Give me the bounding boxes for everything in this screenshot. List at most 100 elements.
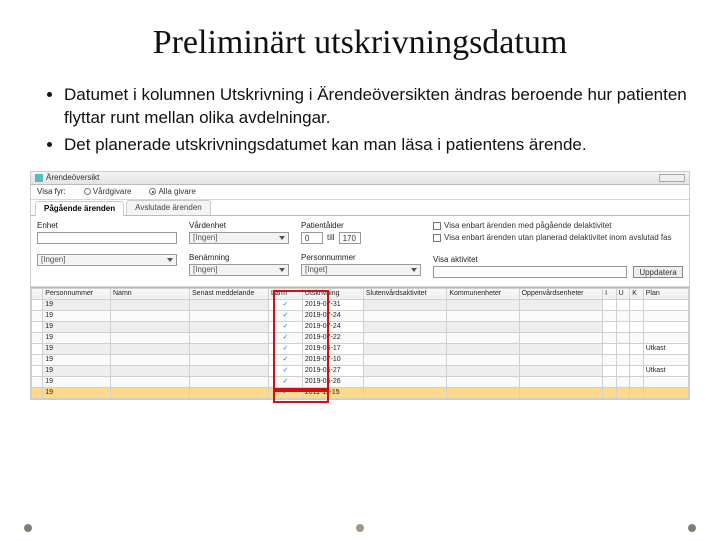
col-larm[interactable]: Larm: [269, 288, 303, 299]
slide-pager: [0, 524, 720, 532]
table-row[interactable]: 19✓2019-06-27Utkast: [32, 365, 689, 376]
cell-blank: [32, 299, 43, 310]
visa-fyr-label: Visa fyr:: [37, 188, 66, 196]
benamning-label: Benämning: [189, 254, 289, 262]
age-to-input[interactable]: 170: [339, 232, 361, 244]
cell-k: [630, 321, 644, 332]
benamning-select[interactable]: [Ingen]: [189, 264, 289, 276]
cell-kommunenheter: [447, 321, 519, 332]
col-slutenvard[interactable]: Slutenvårdsaktivitet: [363, 288, 447, 299]
bullet-item: Datumet i kolumnen Utskrivning i Ärendeö…: [64, 84, 692, 130]
cell-larm: ✓: [269, 321, 303, 332]
radio-alla-givare[interactable]: Alla givare: [149, 188, 195, 196]
col-oppenvard[interactable]: Öppenvårdsenheter: [519, 288, 603, 299]
cell-u: [616, 365, 630, 376]
cell-u: [616, 321, 630, 332]
visa-aktivitet-label: Visa aktivitet: [433, 256, 627, 264]
col-k[interactable]: K: [630, 288, 644, 299]
check-label-2: Visa enbart ärenden utan planerad delakt…: [444, 234, 672, 242]
table-row[interactable]: 19✓2019-07-24: [32, 321, 689, 332]
radio-vardgivare[interactable]: Vårdgivare: [84, 188, 132, 196]
cell-personnummer: 19: [43, 299, 111, 310]
table-row[interactable]: 19✓2011-11-15: [32, 387, 689, 398]
table-row[interactable]: 19✓2019-07-10: [32, 354, 689, 365]
cell-slutenvard: [363, 387, 447, 398]
table-row[interactable]: 19✓2019-06-26: [32, 376, 689, 387]
cell-personnummer: 19: [43, 310, 111, 321]
cell-senast-meddelande: [190, 376, 269, 387]
cell-namn: [111, 310, 190, 321]
pager-dot-icon: [688, 524, 696, 532]
app-titlebar: Ärendeöversikt: [31, 172, 689, 185]
col-namn[interactable]: Namn: [111, 288, 190, 299]
cell-personnummer: 19: [43, 332, 111, 343]
cell-plan: [643, 310, 688, 321]
col-utskrivning[interactable]: Utskrivning: [302, 288, 363, 299]
tab-pagaende[interactable]: Pågående ärenden: [35, 201, 124, 216]
cell-namn: [111, 387, 190, 398]
radio-dot-icon: [84, 188, 91, 195]
col-blank[interactable]: [32, 288, 43, 299]
cell-oppenvard: [519, 376, 603, 387]
cell-larm: ✓: [269, 354, 303, 365]
slide-title: Preliminärt utskrivningsdatum: [28, 24, 692, 62]
cell-blank: [32, 387, 43, 398]
visa-aktivitet-input[interactable]: [433, 266, 627, 278]
table-row[interactable]: 19✓2019-06-17Utkast: [32, 343, 689, 354]
cell-k: [630, 365, 644, 376]
cell-u: [616, 343, 630, 354]
enhet-input[interactable]: [37, 232, 177, 244]
cell-i: [603, 321, 617, 332]
radio-dot-icon: [149, 188, 156, 195]
age-to-label: till: [327, 234, 335, 242]
cell-slutenvard: [363, 365, 447, 376]
table-row[interactable]: 19✓2019-07-24: [32, 310, 689, 321]
cell-larm: ✓: [269, 332, 303, 343]
cell-i: [603, 310, 617, 321]
cell-utskrivning: 2019-07-31: [302, 299, 363, 310]
cell-oppenvard: [519, 321, 603, 332]
cell-u: [616, 376, 630, 387]
patientalder-label: Patientålder: [301, 222, 421, 230]
col-i[interactable]: I: [603, 288, 617, 299]
tab-avslutade[interactable]: Avslutade ärenden: [126, 200, 211, 215]
update-button[interactable]: Uppdatera: [633, 266, 683, 278]
select-value: [Ingen]: [41, 254, 65, 266]
cell-plan: Utkast: [643, 343, 688, 354]
table-row[interactable]: 19 ✓2019-07-22: [32, 332, 689, 343]
vardenhet-label: Vårdenhet: [189, 222, 289, 230]
enhet-select[interactable]: [Ingen]: [37, 254, 177, 266]
cell-blank: [32, 376, 43, 387]
cell-larm: ✓: [269, 310, 303, 321]
cell-utskrivning: 2019-07-10: [302, 354, 363, 365]
select-value: [Inget]: [305, 264, 327, 276]
case-grid: Personnummer Namn Senast meddelande Larm…: [31, 287, 689, 399]
age-from-input[interactable]: 0: [301, 232, 323, 244]
col-personnummer[interactable]: Personnummer: [43, 288, 111, 299]
col-senast-meddelande[interactable]: Senast meddelande: [190, 288, 269, 299]
radio-label: Alla givare: [158, 188, 195, 196]
cell-u: [616, 332, 630, 343]
col-kommunenheter[interactable]: Kommunenheter: [447, 288, 519, 299]
cell-blank: [32, 332, 43, 343]
cell-utskrivning: 2019-06-27: [302, 365, 363, 376]
table-row[interactable]: 19✓2019-07-31: [32, 299, 689, 310]
cell-slutenvard: [363, 310, 447, 321]
personnummer-select[interactable]: [Inget]: [301, 264, 421, 276]
cell-larm: ✓: [269, 376, 303, 387]
cell-utskrivning: 2019-07-22: [302, 332, 363, 343]
bullet-item: Det planerade utskrivningsdatumet kan ma…: [64, 134, 692, 157]
checkbox[interactable]: [433, 234, 441, 242]
chevron-down-icon: [279, 236, 285, 240]
cell-namn: [111, 365, 190, 376]
cell-blank: [32, 343, 43, 354]
col-u[interactable]: U: [616, 288, 630, 299]
cell-i: [603, 365, 617, 376]
cell-kommunenheter: [447, 387, 519, 398]
vardenhet-select-1[interactable]: [Ingen]: [189, 232, 289, 244]
cell-plan: [643, 321, 688, 332]
col-plan[interactable]: Plan: [643, 288, 688, 299]
cell-k: [630, 343, 644, 354]
cell-oppenvard: [519, 387, 603, 398]
checkbox[interactable]: [433, 222, 441, 230]
